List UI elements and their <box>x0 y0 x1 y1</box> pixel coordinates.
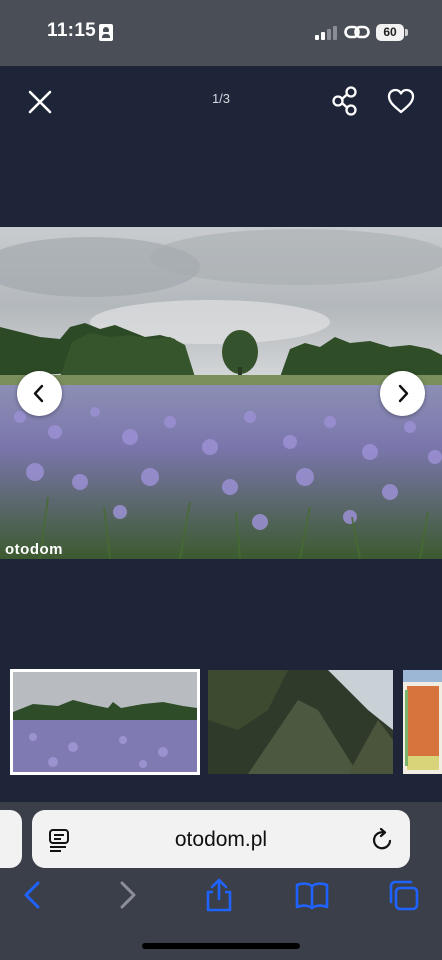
favorite-button[interactable] <box>385 85 417 117</box>
bookmarks-icon <box>295 882 329 910</box>
tabs-button[interactable] <box>387 877 421 913</box>
link-icon <box>344 23 370 46</box>
address-bar[interactable]: otodom.pl <box>32 810 410 868</box>
thumbnail-strip <box>0 666 442 780</box>
previous-tab-pill[interactable] <box>0 810 22 868</box>
share-icon <box>206 878 232 912</box>
signal-icon <box>315 25 339 40</box>
status-time: 11:15 <box>47 20 97 41</box>
next-photo-button[interactable] <box>380 371 425 416</box>
previous-photo-button[interactable] <box>17 371 62 416</box>
forward-icon <box>120 881 136 909</box>
forward-button[interactable] <box>110 877 144 913</box>
bookmarks-button[interactable] <box>294 877 329 913</box>
reload-icon[interactable] <box>371 827 395 853</box>
tabs-icon <box>389 880 419 911</box>
share-icon <box>332 86 357 116</box>
battery-tip <box>405 29 408 36</box>
status-bar: 11:15 60 <box>0 0 442 66</box>
thumbnail-2[interactable] <box>208 670 393 774</box>
photo-counter: 1/3 <box>211 91 231 106</box>
main-photo[interactable] <box>0 227 442 559</box>
home-indicator[interactable] <box>142 943 300 949</box>
back-icon <box>24 881 40 909</box>
back-button[interactable] <box>16 877 50 913</box>
heart-icon <box>387 88 415 114</box>
watermark: otodom <box>5 541 63 558</box>
share-button[interactable] <box>329 84 361 118</box>
chevron-left-icon <box>33 384 44 403</box>
photo-gallery-viewer: 1/3 otodom <box>0 66 442 802</box>
share-page-button[interactable] <box>202 877 236 913</box>
thumbnail-3[interactable] <box>403 670 442 774</box>
chevron-right-icon <box>398 384 409 403</box>
browser-toolbar: otodom.pl <box>0 802 442 960</box>
url-text: otodom.pl <box>174 828 268 851</box>
id-card-icon <box>99 24 113 41</box>
thumbnail-1[interactable] <box>10 669 200 775</box>
battery-icon: 60 <box>376 24 404 41</box>
